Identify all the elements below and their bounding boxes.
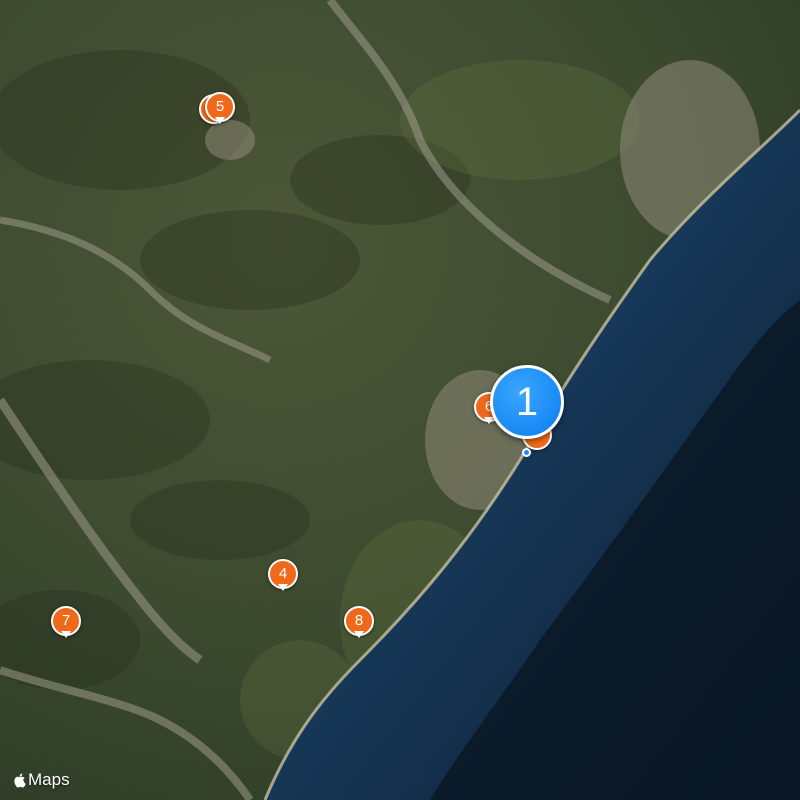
pin-pointer [61, 631, 71, 638]
pin-pointer [215, 117, 225, 124]
satellite-map[interactable]: 5 6 1 4 7 8 Maps [0, 0, 800, 800]
attribution-text: Maps [28, 770, 70, 789]
apple-icon [14, 773, 26, 788]
maps-attribution[interactable]: Maps [12, 770, 70, 790]
pin-pointer [354, 631, 364, 638]
satellite-terrain [0, 0, 800, 800]
cluster-marker[interactable]: 1 [490, 365, 564, 439]
pin-pointer [484, 417, 494, 424]
cluster-anchor-dot [522, 448, 531, 457]
pin-pointer [278, 584, 288, 591]
